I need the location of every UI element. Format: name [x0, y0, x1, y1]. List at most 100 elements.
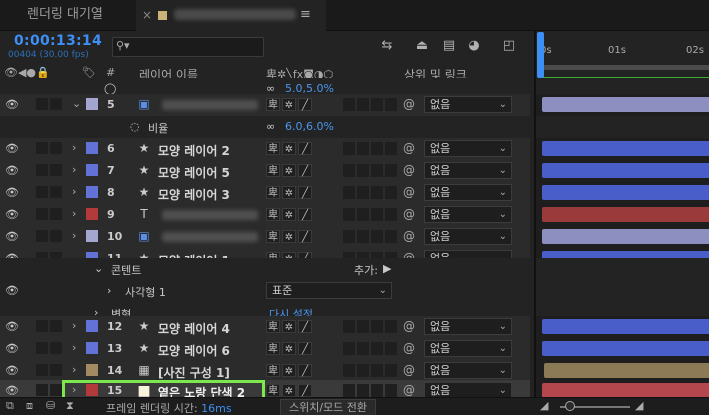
layer-track[interactable] — [534, 360, 709, 382]
eye-icon[interactable]: 👁 — [5, 384, 19, 397]
shy-switch[interactable]: 卑 — [266, 208, 280, 221]
layer-duration-bar[interactable] — [542, 207, 709, 222]
mode-switch[interactable] — [385, 164, 397, 177]
mode-switch[interactable] — [371, 98, 383, 111]
label-color-box[interactable] — [86, 142, 98, 154]
collapse-switch[interactable]: ✲ — [282, 320, 296, 333]
zoom-in-icon[interactable]: ◢ — [635, 399, 643, 412]
mode-switch[interactable] — [343, 320, 355, 333]
layer-name[interactable]: 모양 레이어 5 — [158, 164, 230, 181]
collapse-switch[interactable]: ✲ — [282, 364, 296, 377]
solo-lock-toggle[interactable] — [50, 98, 62, 110]
property-row[interactable]: 👁 › 사각형 1 표준 ⌄ — [0, 280, 709, 303]
collapse-switch[interactable]: ✲ — [282, 98, 296, 111]
parent-dropdown[interactable]: 없음 ⌄ — [424, 362, 512, 379]
motion-blur-icon[interactable]: ◕ — [465, 38, 483, 54]
eye-icon[interactable]: 👁 — [5, 208, 19, 221]
solo-lock-toggle[interactable] — [50, 364, 62, 376]
shy-layers-icon[interactable]: ⏏ — [413, 38, 431, 54]
mode-switch[interactable] — [357, 142, 369, 155]
solo-lock-toggle[interactable] — [50, 230, 62, 242]
layer-row[interactable]: 👁 ⌄ 5 ▣ 卑 ✲ ╱ @ 없음 ⌄ — [0, 94, 709, 117]
mode-switch[interactable] — [385, 98, 397, 111]
chevron-right-icon[interactable]: › — [107, 284, 111, 297]
layer-duration-bar[interactable] — [542, 319, 709, 334]
solo-lock-toggle[interactable] — [50, 208, 62, 220]
zoom-slider-knob[interactable] — [565, 401, 575, 411]
layer-row[interactable]: 👁 › 10 ▣ 卑 ✲ ╱ @ 없음 ⌄ — [0, 226, 709, 249]
collapse-switch[interactable]: ✲ — [282, 230, 296, 243]
quality-switch[interactable]: ╱ — [298, 208, 312, 221]
comp-flowchart-icon[interactable]: ⇆ — [378, 38, 396, 54]
mode-switch[interactable] — [385, 142, 397, 155]
eye-icon[interactable]: 👁 — [5, 230, 19, 243]
chevron-down-icon[interactable]: ⌄ — [72, 97, 81, 110]
layer-duration-bar[interactable] — [542, 383, 709, 398]
mode-switch[interactable] — [343, 98, 355, 111]
graph-editor-icon[interactable]: ◰ — [500, 38, 518, 54]
mode-switch[interactable] — [371, 164, 383, 177]
layer-row[interactable]: 👁 › 7 ★ 모양 레이어 5 卑 ✲ ╱ @ 없음 ⌄ — [0, 160, 709, 183]
chevron-right-icon[interactable]: › — [72, 163, 76, 176]
layer-duration-bar[interactable] — [544, 363, 709, 378]
layer-track[interactable] — [534, 338, 709, 360]
mode-switch[interactable] — [343, 186, 355, 199]
pick-whip-icon[interactable]: @ — [403, 97, 415, 111]
layer-name[interactable]: 모양 레이어 4 — [158, 320, 230, 337]
close-icon[interactable]: × — [142, 0, 152, 30]
collapse-switch[interactable]: ✲ — [282, 208, 296, 221]
label-color-box[interactable] — [86, 164, 98, 176]
layer-duration-bar[interactable] — [542, 229, 709, 244]
property-row[interactable]: ◯ ∞ 5.0,5.0% — [0, 78, 709, 101]
chevron-right-icon[interactable]: › — [72, 363, 76, 376]
shy-switch[interactable]: 卑 — [266, 230, 280, 243]
layer-row[interactable]: 👁 › 8 ★ 모양 레이어 3 卑 ✲ ╱ @ 없음 ⌄ — [0, 182, 709, 205]
current-timecode[interactable]: 0:00:13:14 — [14, 33, 102, 49]
label-color-box[interactable] — [86, 186, 98, 198]
mode-switch[interactable] — [343, 142, 355, 155]
layer-name[interactable]: 모양 레이어 6 — [158, 342, 230, 359]
work-area-bar[interactable] — [538, 65, 709, 70]
layer-row[interactable]: 👁 › 13 ★ 모양 레이어 6 卑 ✲ ╱ @ 없음 ⌄ — [0, 338, 709, 361]
transfer-controls-icon[interactable]: ⛁ — [46, 399, 55, 412]
pick-whip-icon[interactable]: @ — [403, 383, 415, 397]
parent-dropdown[interactable]: 없음 ⌄ — [424, 96, 512, 113]
layer-name[interactable]: 모양 레이어 3 — [158, 186, 230, 203]
mode-switch[interactable] — [385, 320, 397, 333]
layer-switches-icon[interactable]: ⧈ — [26, 399, 33, 413]
solo-lock-toggle[interactable] — [36, 142, 48, 154]
quality-switch[interactable]: ╱ — [298, 164, 312, 177]
chevron-right-icon[interactable]: › — [72, 229, 76, 242]
shy-switch[interactable]: 卑 — [266, 98, 280, 111]
mode-switch[interactable] — [357, 164, 369, 177]
parent-dropdown[interactable]: 없음 ⌄ — [424, 184, 512, 201]
stopwatch-icon[interactable]: ◌ — [130, 120, 140, 133]
quality-switch[interactable]: ╱ — [298, 230, 312, 243]
mode-switch[interactable] — [343, 164, 355, 177]
layer-track[interactable] — [534, 138, 709, 160]
chevron-right-icon[interactable]: › — [72, 207, 76, 220]
playhead[interactable] — [537, 32, 544, 78]
tab-composition[interactable]: × ≡ — [136, 0, 326, 31]
layer-track[interactable] — [534, 226, 709, 248]
layer-track[interactable] — [534, 204, 709, 226]
pick-whip-icon[interactable]: @ — [403, 319, 415, 333]
mode-switch[interactable] — [357, 230, 369, 243]
collapse-switch[interactable]: ✲ — [282, 186, 296, 199]
mode-switch[interactable] — [357, 186, 369, 199]
chevron-right-icon[interactable]: › — [72, 319, 76, 332]
mode-switch[interactable] — [343, 342, 355, 355]
parent-dropdown[interactable]: 없음 ⌄ — [424, 318, 512, 335]
blend-mode-dropdown[interactable]: 표준 ⌄ — [266, 282, 392, 299]
mode-switch[interactable] — [343, 230, 355, 243]
eye-icon[interactable]: 👁 — [5, 364, 19, 377]
mode-switch[interactable] — [357, 208, 369, 221]
label-color-box[interactable] — [86, 230, 98, 242]
eye-icon[interactable]: 👁 — [5, 164, 19, 177]
parent-dropdown[interactable]: 없음 ⌄ — [424, 206, 512, 223]
quality-switch[interactable]: ╱ — [298, 342, 312, 355]
pick-whip-icon[interactable]: @ — [403, 229, 415, 243]
pick-whip-icon[interactable]: @ — [403, 341, 415, 355]
layer-search-input[interactable]: ⚲▾ — [112, 37, 264, 57]
layer-name[interactable]: 모양 레이어 2 — [158, 142, 230, 159]
